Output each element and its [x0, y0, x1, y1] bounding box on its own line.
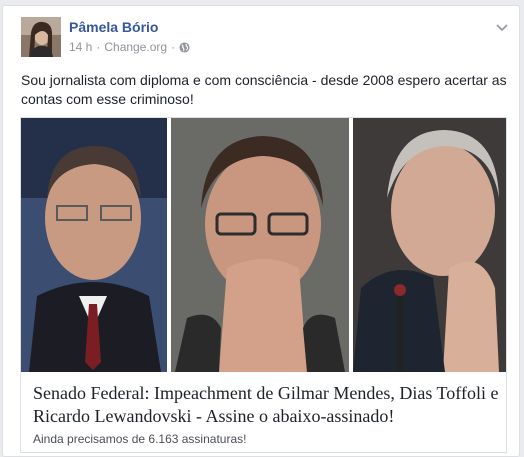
link-preview[interactable]: Senado Federal: Impeachment de Gilmar Me…: [20, 117, 507, 453]
author-name[interactable]: Pâmela Bório: [69, 19, 158, 35]
post-card: Pâmela Bório 14 h · Change.org · Sou jor…: [2, 5, 520, 457]
post-meta: 14 h · Change.org ·: [69, 40, 190, 54]
author-avatar[interactable]: [21, 17, 61, 57]
chevron-down-icon[interactable]: [495, 20, 509, 32]
preview-photo-left: [21, 118, 167, 372]
meta-separator: ·: [171, 40, 176, 54]
link-title[interactable]: Senado Federal: Impeachment de Gilmar Me…: [33, 382, 499, 428]
preview-photo-center: [171, 118, 349, 372]
preview-photo-right: [353, 118, 506, 372]
post-time[interactable]: 14 h: [69, 40, 92, 54]
globe-icon[interactable]: [179, 41, 190, 53]
meta-separator: ·: [96, 40, 101, 54]
link-subtitle: Ainda precisamos de 6.163 assinaturas!: [33, 432, 247, 446]
post-text: Sou jornalista com diploma e com consciê…: [21, 72, 507, 107]
post-source[interactable]: Change.org: [104, 40, 167, 54]
